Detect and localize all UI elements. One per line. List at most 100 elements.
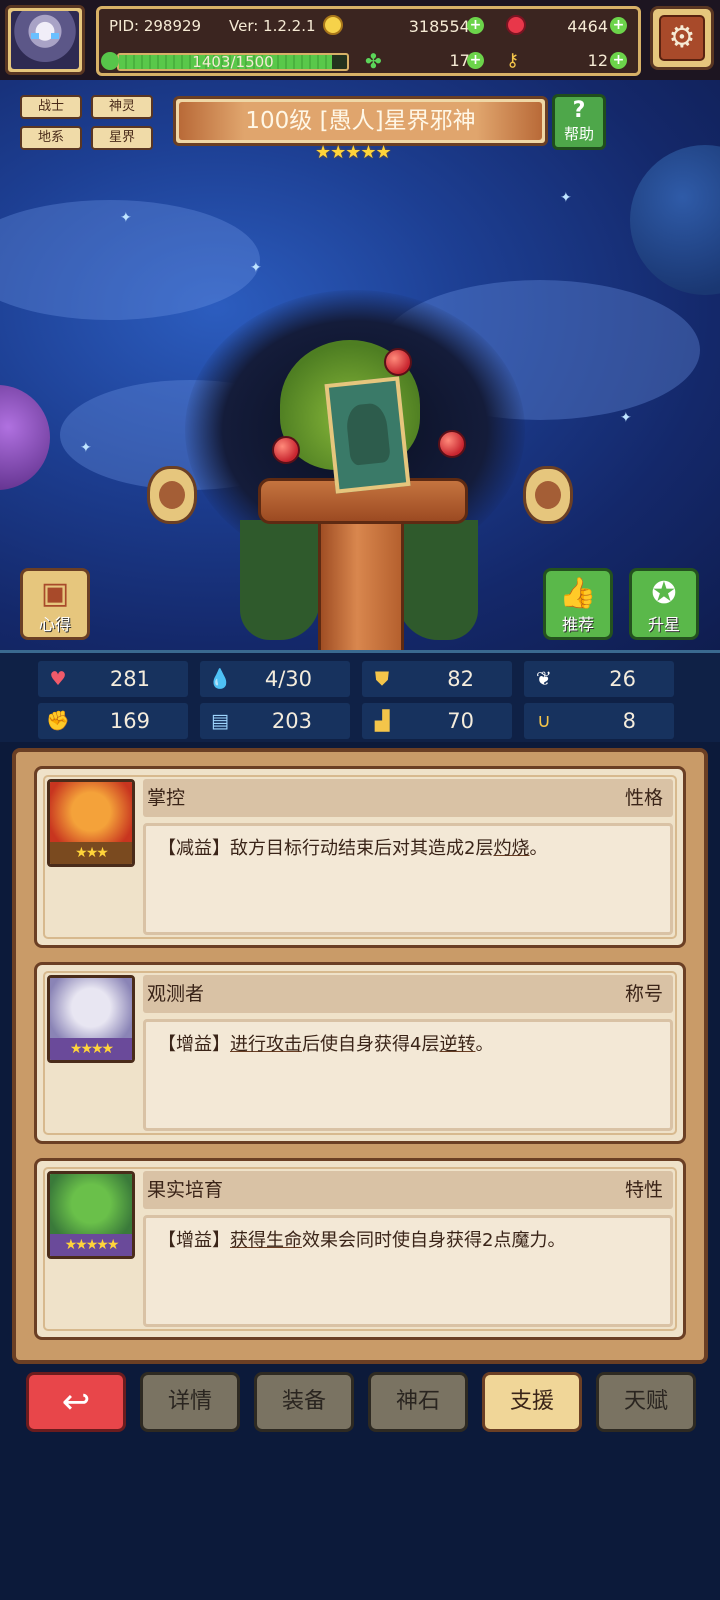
tab-support[interactable]: 支援 <box>482 1372 582 1432</box>
desc-text: 【减益】敌方目标行动结束后对其造成2层 <box>158 838 494 859</box>
boss-cloth-left <box>240 520 320 640</box>
card-header: 掌控 性格 <box>143 779 673 817</box>
keyword-link[interactable]: 进行攻击 <box>230 1034 302 1055</box>
horseshoe-icon: ∪ <box>537 710 551 732</box>
planet-left <box>0 385 50 490</box>
support-portrait[interactable]: ★★★★★ <box>47 1171 135 1259</box>
support-portrait[interactable]: ★★★ <box>47 779 135 867</box>
desc-text: 【增益】 <box>158 1230 230 1251</box>
support-portrait[interactable]: ★★★★ <box>47 975 135 1063</box>
stat-agility: ▟ 70 <box>362 703 512 739</box>
player-avatar-button[interactable] <box>5 5 85 75</box>
settings-button[interactable]: ⚙ <box>650 6 714 70</box>
stat-health: ♥ 281 <box>38 661 188 697</box>
tab-godstone[interactable]: 神石 <box>368 1372 468 1432</box>
tab-equipment[interactable]: 装备 <box>254 1372 354 1432</box>
top-bar: PID: 298929 Ver: 1.2.2.1 3185545 + 4464 … <box>0 0 720 80</box>
gem-icon <box>506 15 526 35</box>
support-name: 观测者 <box>147 983 205 1005</box>
wing-icon: ❦ <box>536 668 552 690</box>
version-label: Ver: 1.2.2.1 <box>229 17 316 35</box>
bottom-nav: ↩ 详情 装备 神石 支援 天赋 <box>0 1368 720 1438</box>
tag-class: 战士 <box>20 95 82 119</box>
coin-icon <box>323 15 343 35</box>
add-gold-button[interactable]: + <box>467 17 484 34</box>
keyword-link[interactable]: 获得生命 <box>230 1230 302 1251</box>
support-type: 称号 <box>624 983 663 1005</box>
star-sparkle-icon: ✦ <box>80 440 92 456</box>
support-description: 【增益】获得生命效果会同时使自身获得2点魔力。 <box>143 1215 673 1327</box>
add-gem-button[interactable]: + <box>610 17 627 34</box>
support-name: 掌控 <box>147 787 186 809</box>
help-label: 帮助 <box>563 125 594 143</box>
support-card[interactable]: ★★★★ 观测者 称号 【增益】进行攻击后使自身获得4层逆转。 <box>34 962 686 1144</box>
medallion-left <box>147 466 197 524</box>
support-panel: ★★★ 掌控 性格 【减益】敌方目标行动结束后对其造成2层灼烧。 ★★★★ 观测… <box>12 748 708 1364</box>
support-name: 果实培育 <box>147 1179 224 1201</box>
heart-icon: ♥ <box>49 668 67 690</box>
insights-label: 心得 <box>38 615 71 634</box>
keyword-link[interactable]: 逆转 <box>439 1034 475 1055</box>
gear-icon: ⚙ <box>659 15 705 61</box>
boss-cloth-right <box>398 520 478 640</box>
star-sparkle-icon: ✦ <box>250 260 262 276</box>
desc-text: 【增益】 <box>158 1034 230 1055</box>
support-description: 【增益】进行攻击后使自身获得4层逆转。 <box>143 1019 673 1131</box>
add-clover-button[interactable]: + <box>467 52 484 69</box>
stat-value: 169 <box>109 709 150 733</box>
boss-portrait-frame <box>324 376 411 494</box>
key-icon: ⚷ <box>506 50 520 71</box>
star-up-label: 升星 <box>647 615 680 634</box>
red-orb <box>272 436 300 464</box>
stat-value: 203 <box>271 709 312 733</box>
tab-talent[interactable]: 天赋 <box>596 1372 696 1432</box>
portrait-face <box>50 978 132 1044</box>
resource-panel: PID: 298929 Ver: 1.2.2.1 3185545 + 4464 … <box>96 6 641 76</box>
recommend-button[interactable]: 👍 推荐 <box>543 568 613 640</box>
star-up-button[interactable]: ✪ 升星 <box>629 568 699 640</box>
add-key-button[interactable]: + <box>610 52 627 69</box>
stat-value: 26 <box>609 667 636 691</box>
recommend-label: 推荐 <box>561 615 594 634</box>
exp-bar: 1403/1500 <box>117 53 349 71</box>
hero-star-rating: ★★★★★ <box>315 142 392 163</box>
stat-value: 4/30 <box>264 667 312 691</box>
desc-text: 后使自身获得4层 <box>302 1034 440 1055</box>
tag-race: 神灵 <box>91 95 153 119</box>
shield-icon: ⛊ <box>374 668 390 690</box>
portrait-face <box>50 1174 132 1240</box>
hero-scene: ✦ ✦ ✦ ✦ ✦ 战士 神灵 地系 星界 100级 [愚人]星界邪神 ★★★★… <box>0 80 720 650</box>
back-button[interactable]: ↩ <box>26 1372 126 1432</box>
tab-details[interactable]: 详情 <box>140 1372 240 1432</box>
support-card[interactable]: ★★★ 掌控 性格 【减益】敌方目标行动结束后对其造成2层灼烧。 <box>34 766 686 948</box>
keyword-link[interactable]: 灼烧 <box>493 838 529 859</box>
card-header: 观测者 称号 <box>143 975 673 1013</box>
medallion-right <box>523 466 573 524</box>
help-button[interactable]: ? 帮助 <box>552 94 606 150</box>
stat-luck: ∪ 8 <box>524 703 674 739</box>
fist-icon: ✊ <box>46 710 70 732</box>
red-orb <box>384 348 412 376</box>
exp-icon <box>101 52 119 70</box>
support-card[interactable]: ★★★★★ 果实培育 特性 【增益】获得生命效果会同时使自身获得2点魔力。 <box>34 1158 686 1340</box>
tag-realm: 星界 <box>91 126 153 150</box>
support-type: 特性 <box>624 1179 663 1201</box>
star-sparkle-icon: ✦ <box>620 410 632 426</box>
portrait-rank: ★★★ <box>50 842 132 864</box>
back-arrow-icon: ↩ <box>61 1382 91 1422</box>
exp-text: 1403/1500 <box>192 53 274 71</box>
clover-icon: ✤ <box>365 49 382 73</box>
question-icon: ? <box>572 98 586 123</box>
stat-speed: ❦ 26 <box>524 661 674 697</box>
support-description: 【减益】敌方目标行动结束后对其造成2层灼烧。 <box>143 823 673 935</box>
insights-button[interactable]: ▣ 心得 <box>20 568 90 640</box>
card-header: 果实培育 特性 <box>143 1171 673 1209</box>
stat-value: 281 <box>109 667 150 691</box>
stat-value: 82 <box>447 667 474 691</box>
stat-attack: ✊ 169 <box>38 703 188 739</box>
stat-defense: ⛊ 82 <box>362 661 512 697</box>
red-orb <box>438 430 466 458</box>
key-amount: 12 <box>587 51 608 70</box>
stat-value: 70 <box>447 709 474 733</box>
tag-element: 地系 <box>20 126 82 150</box>
